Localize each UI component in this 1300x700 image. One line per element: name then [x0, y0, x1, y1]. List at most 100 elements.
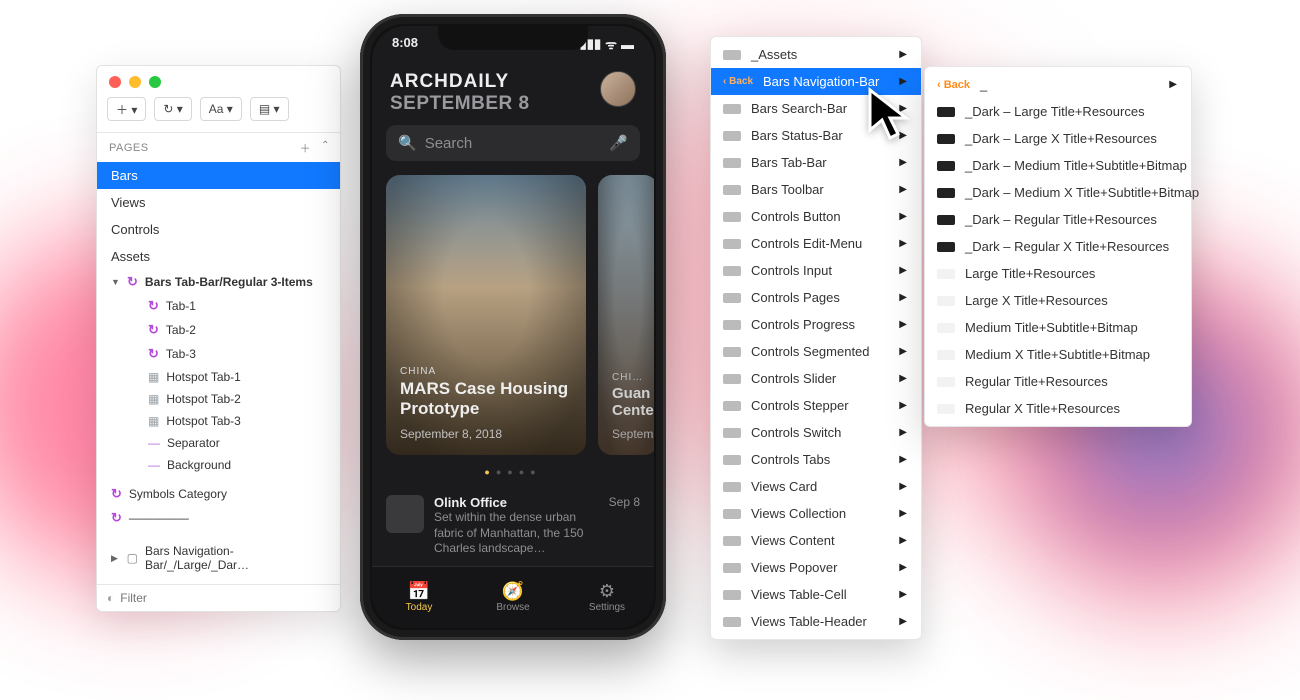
menu-item-label: Controls Pages — [751, 290, 889, 305]
page-item[interactable]: Assets — [97, 243, 340, 270]
collapse-pages-icon[interactable]: ⌃ — [321, 140, 330, 156]
menu-item[interactable]: Controls Switch▶ — [711, 419, 921, 446]
menu-item[interactable]: Large Title+Resources — [925, 260, 1191, 287]
menu-item[interactable]: Bars Tab-Bar▶ — [711, 149, 921, 176]
menu-item[interactable]: Controls Slider▶ — [711, 365, 921, 392]
layer-row[interactable]: ▦Hotspot Tab-2 — [97, 388, 340, 410]
layer-row[interactable]: ↻Tab-1 — [97, 294, 340, 318]
layer-row[interactable]: ↻Tab-3 — [97, 342, 340, 366]
menu-header-row[interactable]: ‹ Back_▶ — [925, 71, 1191, 98]
featured-card[interactable]: CHINA MARS Case Housing Prototype Septem… — [386, 175, 586, 455]
layer-row[interactable]: —Background — [97, 454, 340, 476]
layer-row[interactable]: ↻Tab-2 — [97, 318, 340, 342]
menu-item[interactable]: Regular Title+Resources — [925, 368, 1191, 395]
menu-item[interactable]: Views Popover▶ — [711, 554, 921, 581]
menu-item[interactable]: Controls Pages▶ — [711, 284, 921, 311]
symbols-category-row[interactable]: ↻ Symbols Category — [97, 482, 340, 506]
menu-item[interactable]: Large X Title+Resources — [925, 287, 1191, 314]
menu-item[interactable]: _Dark – Regular X Title+Resources — [925, 233, 1191, 260]
symbol-icon: ↻ — [148, 346, 159, 362]
layer-label: Separator — [167, 436, 220, 450]
layer-label: Hotspot Tab-2 — [166, 392, 241, 406]
swatch-icon — [723, 293, 741, 303]
featured-card-peek[interactable]: CHI… Guan Cente Septem — [598, 175, 654, 455]
back-button[interactable]: ‹ Back — [937, 79, 970, 91]
page-item[interactable]: Controls — [97, 216, 340, 243]
menu-item[interactable]: Controls Tabs▶ — [711, 446, 921, 473]
menu-item[interactable]: _Dark – Regular Title+Resources — [925, 206, 1191, 233]
menu-item-label: _Dark – Regular X Title+Resources — [965, 239, 1177, 254]
menu-item-label: Controls Tabs — [751, 452, 889, 467]
swatch-icon — [937, 242, 955, 252]
menu-item[interactable]: _Dark – Large X Title+Resources — [925, 125, 1191, 152]
menu-item[interactable]: _Dark – Medium Title+Subtitle+Bitmap — [925, 152, 1191, 179]
tab-today[interactable]: 📅Today — [372, 567, 466, 628]
menu-item[interactable]: _Dark – Medium X Title+Subtitle+Bitmap — [925, 179, 1191, 206]
menu-item-label: Views Popover — [751, 560, 889, 575]
close-window-button[interactable] — [109, 76, 121, 88]
disclosure-icon[interactable]: ▼ — [111, 277, 120, 287]
insert-button[interactable]: ＋ ▾ — [107, 97, 146, 121]
layer-row[interactable]: —Separator — [97, 432, 340, 454]
menu-item-label: Controls Progress — [751, 317, 889, 332]
menu-item-label: Views Table-Header — [751, 614, 889, 629]
tab-icon: ⚙ — [599, 582, 615, 600]
chevron-right-icon: ▶ — [899, 238, 907, 249]
page-dots[interactable]: ●●●●● — [372, 461, 654, 487]
symbols-category-label: Symbols Category — [129, 487, 227, 501]
chevron-right-icon: ▶ — [899, 508, 907, 519]
add-page-icon[interactable]: ＋ — [300, 140, 312, 156]
chevron-right-icon: ▶ — [899, 103, 907, 114]
collapsed-artboard-row[interactable]: ▶ ▢ Bars Navigation-Bar/_/Large/_Dar… — [97, 540, 340, 576]
menu-item[interactable]: Views Card▶ — [711, 473, 921, 500]
rule-row[interactable]: ↻ ————— — [97, 506, 340, 530]
search-field[interactable]: 🔍 Search 🎤 — [386, 125, 640, 161]
swatch-icon — [723, 347, 741, 357]
menu-item[interactable]: Views Collection▶ — [711, 500, 921, 527]
card-eyebrow: CHINA — [400, 366, 572, 377]
menu-item[interactable]: Medium Title+Subtitle+Bitmap — [925, 314, 1191, 341]
tab-browse[interactable]: 🧭Browse — [466, 567, 560, 628]
artboard-row[interactable]: ▼ ↻ Bars Tab-Bar/Regular 3-Items — [97, 270, 340, 294]
menu-item[interactable]: _Dark – Large Title+Resources — [925, 98, 1191, 125]
menu-item[interactable]: Views Table-Cell▶ — [711, 581, 921, 608]
menu-item[interactable]: Medium X Title+Subtitle+Bitmap — [925, 341, 1191, 368]
profile-avatar[interactable] — [600, 71, 636, 107]
layer-row[interactable]: ▦Hotspot Tab-3 — [97, 410, 340, 432]
menu-item[interactable]: Bars Status-Bar▶ — [711, 122, 921, 149]
minimize-window-button[interactable] — [129, 76, 141, 88]
menu-item-label: _Dark – Large Title+Resources — [965, 104, 1177, 119]
menu-item[interactable]: Bars Search-Bar▶ — [711, 95, 921, 122]
menu-item[interactable]: Regular X Title+Resources — [925, 395, 1191, 422]
menu-item[interactable]: Views Table-Header▶ — [711, 608, 921, 635]
filter-input[interactable] — [120, 591, 330, 605]
tab-settings[interactable]: ⚙Settings — [560, 567, 654, 628]
menu-item[interactable]: Controls Progress▶ — [711, 311, 921, 338]
menu-item[interactable]: Controls Segmented▶ — [711, 338, 921, 365]
menu-item[interactable]: Controls Button▶ — [711, 203, 921, 230]
menu-item[interactable]: ‹ BackBars Navigation-Bar▶ — [711, 68, 921, 95]
window-controls — [97, 66, 340, 88]
disclosure-icon[interactable]: ▶ — [111, 553, 120, 564]
menu-item[interactable]: Controls Edit-Menu▶ — [711, 230, 921, 257]
menu-item[interactable]: Bars Toolbar▶ — [711, 176, 921, 203]
tab-icon: 📅 — [408, 582, 430, 600]
tab-bar: 📅Today🧭Browse⚙Settings — [372, 566, 654, 628]
hotspot-icon: ▦ — [148, 370, 159, 384]
card-carousel[interactable]: CHINA MARS Case Housing Prototype Septem… — [372, 161, 654, 461]
layer-style-button[interactable]: ▤ ▾ — [250, 97, 289, 121]
menu-item[interactable]: Views Content▶ — [711, 527, 921, 554]
mic-icon[interactable]: 🎤 — [609, 134, 628, 152]
list-item[interactable]: Olink OfficeSet within the dense urban f… — [372, 487, 654, 565]
menu-item[interactable]: _Assets▶ — [711, 41, 921, 68]
symbol-button[interactable]: ↻ ▾ — [154, 97, 191, 121]
page-item[interactable]: Views — [97, 189, 340, 216]
tab-icon: 🧭 — [502, 582, 524, 600]
menu-item[interactable]: Controls Input▶ — [711, 257, 921, 284]
line-icon: — — [148, 458, 160, 472]
text-style-button[interactable]: Aa ▾ — [200, 97, 242, 121]
layer-row[interactable]: ▦Hotspot Tab-1 — [97, 366, 340, 388]
page-item[interactable]: Bars — [97, 162, 340, 189]
zoom-window-button[interactable] — [149, 76, 161, 88]
menu-item[interactable]: Controls Stepper▶ — [711, 392, 921, 419]
